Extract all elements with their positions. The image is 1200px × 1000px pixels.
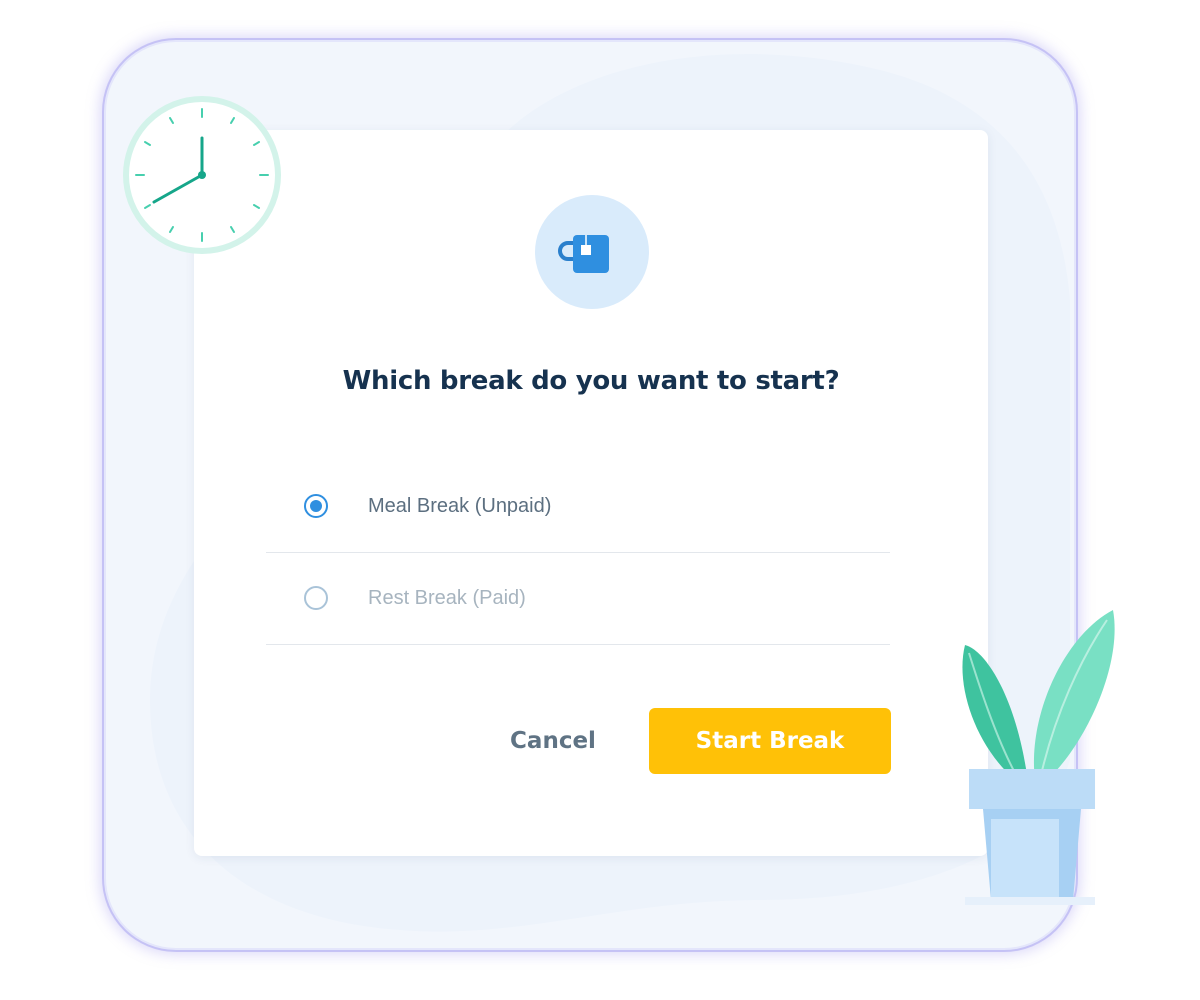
rest-break-label: Rest Break (Paid) <box>368 587 526 609</box>
mug-icon <box>558 235 609 273</box>
meal-break-label: Meal Break (Unpaid) <box>368 495 552 517</box>
meal-break-option[interactable]: Meal Break (Unpaid) <box>266 462 890 553</box>
cancel-button[interactable]: Cancel <box>490 708 616 774</box>
illustration-stage: Which break do you want to start? Meal B… <box>0 0 1200 1000</box>
clock-icon <box>123 96 281 254</box>
start-break-button[interactable]: Start Break <box>649 708 891 774</box>
rest-break-option[interactable]: Rest Break (Paid) <box>266 554 890 645</box>
meal-break-radio[interactable] <box>304 494 328 518</box>
mug-badge <box>535 195 649 309</box>
dialog-title: Which break do you want to start? <box>342 366 840 396</box>
break-dialog: Which break do you want to start? Meal B… <box>194 130 988 856</box>
rest-break-radio[interactable] <box>304 586 328 610</box>
plant-icon <box>962 610 1115 905</box>
